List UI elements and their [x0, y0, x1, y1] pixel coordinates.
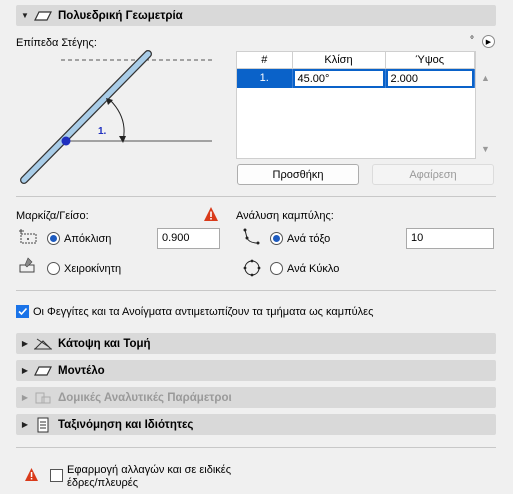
per-circle-label: Ανά Κύκλο	[287, 263, 340, 275]
row-number: 1.	[237, 68, 293, 88]
table-row[interactable]: 1. 45.00° 2.000	[237, 68, 475, 88]
chevron-right-icon: ▶	[21, 339, 29, 348]
chevron-right-icon: ▶	[21, 366, 29, 375]
section-structural-analytical[interactable]: ▶ Δομικές Αναλυτικές Παράμετροι	[16, 387, 496, 408]
curve-resolution-label: Ανάλυση καμπύλης:	[236, 210, 334, 222]
warning-icon	[204, 207, 218, 221]
section-polyhedral-geometry[interactable]: ▼ Πολυεδρική Γεωμετρία	[16, 5, 496, 26]
offset-label: Απόκλιση	[64, 233, 112, 245]
structural-icon	[32, 390, 54, 406]
document-icon	[32, 417, 54, 433]
apply-changes-label-line2: έδρες/πλευρές	[67, 477, 139, 489]
section-floorplan-section[interactable]: ▶ Κάτοψη και Τομή	[16, 333, 496, 354]
warning-icon	[25, 468, 38, 481]
diagram-level-marker: 1.	[98, 126, 107, 137]
eaves-label: Μαρκίζα/Γείσο:	[16, 210, 89, 222]
section-model[interactable]: ▶ Μοντέλο	[16, 360, 496, 381]
scroll-up-icon[interactable]: ▲	[481, 73, 490, 83]
chevron-down-icon: ▼	[21, 11, 29, 20]
arc-segments-icon	[243, 228, 260, 245]
apply-changes-checkbox[interactable]	[50, 469, 63, 482]
section-title: Κάτοψη και Τομή	[58, 337, 151, 350]
chevron-right-icon: ▶	[21, 393, 29, 402]
divider	[16, 196, 496, 197]
add-button[interactable]: Προσθήκη	[237, 164, 359, 185]
section-title: Μοντέλο	[58, 364, 105, 377]
per-arc-label: Ανά τόξο	[287, 233, 331, 245]
chevron-right-icon: ▶	[21, 420, 29, 429]
openings-curves-checkbox[interactable]	[16, 305, 29, 318]
per-arc-value-field[interactable]: 10	[406, 228, 494, 249]
column-header-height: Ύψος	[385, 52, 475, 69]
manual-eaves-icon	[19, 257, 35, 273]
per-circle-radio[interactable]	[270, 262, 283, 275]
model-icon	[32, 363, 54, 379]
section-title: Ταξινόμηση και Ιδιότητες	[58, 418, 194, 431]
roof-slope-diagram: 1.	[20, 50, 212, 184]
popup-arrow-button[interactable]: ▶	[482, 35, 495, 48]
remove-button[interactable]: Αφαίρεση	[372, 164, 494, 185]
roof-levels-table[interactable]: # Κλίση Ύψος 1. 45.00° 2.000	[236, 51, 476, 159]
floorplan-icon	[32, 336, 54, 352]
manual-radio[interactable]	[47, 262, 60, 275]
column-header-number: #	[237, 52, 293, 69]
manual-label: Χειροκίνητη	[64, 263, 122, 275]
offset-value-field[interactable]: 0.900	[157, 228, 220, 249]
per-arc-radio[interactable]	[270, 232, 283, 245]
height-field[interactable]: 2.000	[386, 69, 473, 87]
degree-symbol: °	[470, 35, 474, 46]
eaves-offset-icon	[19, 229, 37, 244]
scroll-down-icon[interactable]: ▼	[481, 144, 490, 154]
divider	[16, 290, 496, 291]
slope-field[interactable]: 45.00°	[293, 69, 384, 87]
apply-changes-label-line1: Εφαρμογή αλλαγών και σε ειδικές	[67, 464, 232, 476]
divider	[16, 447, 496, 448]
section-title: Πολυεδρική Γεωμετρία	[58, 9, 183, 22]
column-header-slope: Κλίση	[292, 52, 386, 69]
section-classification[interactable]: ▶ Ταξινόμηση και Ιδιότητες	[16, 414, 496, 435]
roof-geometry-icon	[32, 8, 54, 24]
offset-radio[interactable]	[47, 232, 60, 245]
circle-segments-icon	[243, 259, 261, 277]
openings-curves-label: Οι Φεγγίτες και τα Ανοίγματα αντιμετωπίζ…	[33, 306, 374, 318]
section-title: Δομικές Αναλυτικές Παράμετροι	[58, 391, 232, 404]
table-scrollbar[interactable]: ▲ ▼	[478, 51, 492, 159]
